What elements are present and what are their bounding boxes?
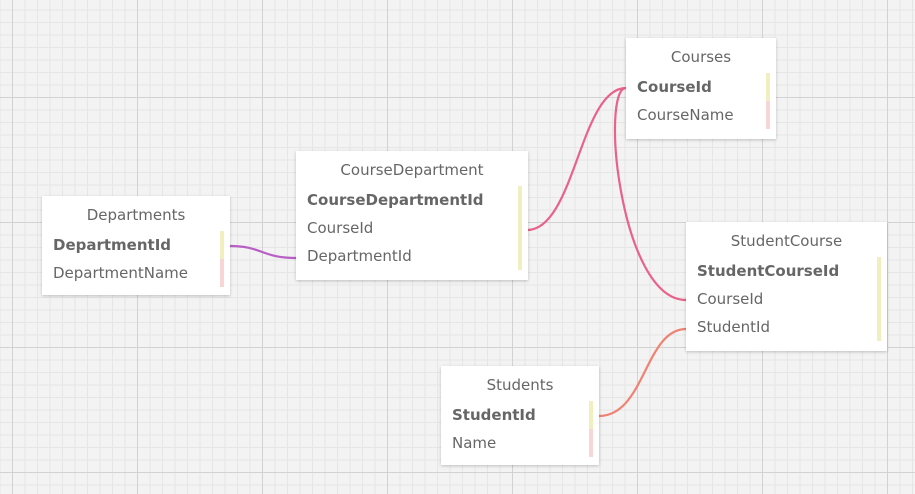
field-label: CourseDepartmentId <box>307 191 484 209</box>
entity-course-department[interactable]: CourseDepartment CourseDepartmentId Cour… <box>296 151 528 280</box>
entity-courses[interactable]: Courses CourseId CourseName <box>626 38 776 139</box>
field-department-name[interactable]: DepartmentName <box>42 259 230 287</box>
entity-title: Courses <box>670 48 732 66</box>
field-bar <box>589 429 593 457</box>
primary-key-bar <box>220 231 224 259</box>
field-department-id[interactable]: DepartmentId <box>42 231 230 259</box>
field-label: CourseId <box>307 219 374 237</box>
field-label: Name <box>452 434 497 452</box>
primary-key-bar <box>766 73 770 101</box>
field-course-name[interactable]: CourseName <box>626 101 776 129</box>
link-departments-coursedepartment[interactable] <box>229 244 297 260</box>
field-department-id[interactable]: DepartmentId <box>296 242 528 270</box>
field-label: DepartmentName <box>53 264 189 282</box>
entity-title: StudentCourse <box>730 232 843 250</box>
foreign-key-bar <box>877 285 881 313</box>
entity-students[interactable]: Students StudentId Name <box>441 366 599 465</box>
entity-title: Departments <box>86 206 186 224</box>
entity-title: CourseDepartment <box>340 161 484 179</box>
primary-key-bar <box>589 401 593 429</box>
link-students-studentcourse[interactable] <box>598 327 687 418</box>
field-student-course-id[interactable]: StudentCourseId <box>686 257 887 285</box>
foreign-key-bar <box>877 313 881 341</box>
field-student-id[interactable]: StudentId <box>441 401 599 429</box>
field-name[interactable]: Name <box>441 429 599 457</box>
entity-title: Students <box>486 376 554 394</box>
field-course-id[interactable]: CourseId <box>626 73 776 101</box>
field-label: StudentCourseId <box>697 262 840 280</box>
field-course-id[interactable]: CourseId <box>296 214 528 242</box>
foreign-key-bar <box>518 214 522 242</box>
field-label: CourseName <box>637 106 734 124</box>
field-label: StudentId <box>452 406 536 424</box>
field-bar <box>766 101 770 129</box>
primary-key-bar <box>877 257 881 285</box>
field-student-id[interactable]: StudentId <box>686 313 887 341</box>
entity-student-course[interactable]: StudentCourse StudentCourseId CourseId S… <box>686 222 887 351</box>
field-course-id[interactable]: CourseId <box>686 285 887 313</box>
foreign-key-bar <box>518 242 522 270</box>
link-courses-coursedepartment[interactable] <box>526 86 627 232</box>
field-label: CourseId <box>637 78 712 96</box>
field-label: StudentId <box>697 318 770 336</box>
diagram-canvas[interactable]: Departments DepartmentId DepartmentName … <box>0 0 915 494</box>
field-label: DepartmentId <box>307 247 412 265</box>
entity-departments[interactable]: Departments DepartmentId DepartmentName <box>42 196 230 295</box>
primary-key-bar <box>518 186 522 214</box>
field-bar <box>220 259 224 287</box>
field-label: CourseId <box>697 290 764 308</box>
field-label: DepartmentId <box>53 236 172 254</box>
field-course-department-id[interactable]: CourseDepartmentId <box>296 186 528 214</box>
